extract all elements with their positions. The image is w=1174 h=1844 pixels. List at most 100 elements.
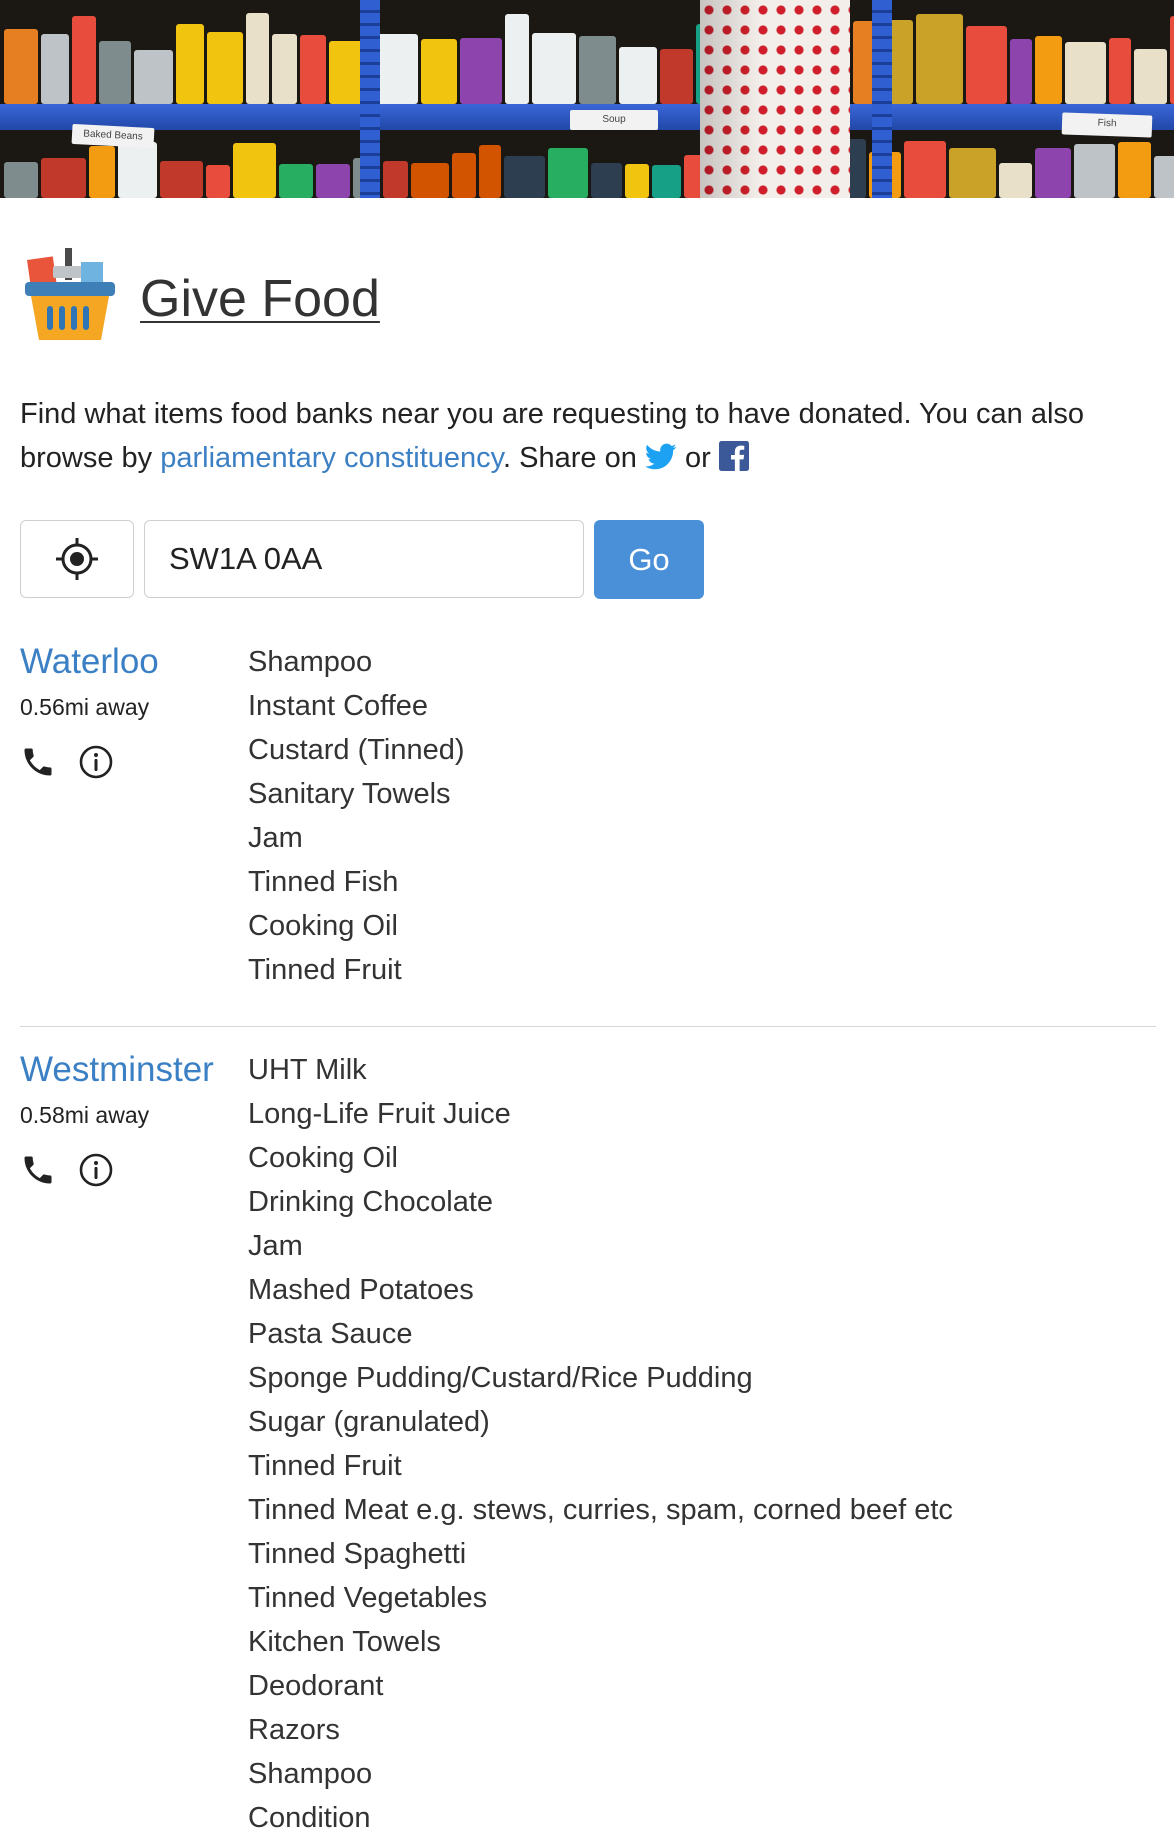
shelf-product — [41, 34, 69, 104]
intro-share-text: . Share on — [503, 442, 645, 474]
need-item: Condition — [248, 1802, 371, 1834]
need-item: Pasta Sauce — [248, 1318, 413, 1350]
foodbank-distance: 0.56mi away — [20, 694, 150, 720]
need-item: Drinking Chocolate — [248, 1186, 494, 1218]
constituency-link[interactable]: parliamentary constituency — [160, 442, 503, 474]
polka-dot-curtain — [700, 0, 850, 198]
shelf-tag: Fish — [1061, 112, 1153, 138]
shelf-product — [479, 145, 501, 198]
shelf-product — [619, 47, 657, 104]
shelf-product — [504, 156, 545, 198]
need-item: UHT Milk — [248, 1054, 367, 1086]
needs-list: UHT Milk Long-Life Fruit Juice Cooking Oil… — [248, 1048, 953, 1840]
postcode-input[interactable] — [144, 520, 584, 598]
need-item: Mashed Potatoes — [248, 1274, 474, 1306]
info-icon[interactable] — [78, 744, 114, 780]
info-icon[interactable] — [78, 1152, 114, 1188]
shelf-product — [89, 146, 115, 198]
shelf-product — [1154, 156, 1174, 198]
shelf-post — [360, 0, 380, 198]
shelf-product — [316, 164, 350, 198]
shelf-product — [660, 49, 693, 104]
shelf-product — [99, 41, 131, 104]
entry-divider — [20, 1026, 1156, 1027]
shelf-product — [246, 13, 269, 104]
shelf-product — [904, 141, 946, 198]
crosshair-locate-icon — [54, 536, 100, 582]
need-item: Sanitary Towels — [248, 778, 451, 810]
facebook-icon[interactable] — [718, 440, 749, 484]
shelf-product — [421, 39, 457, 104]
need-item: Tinned Fruit — [248, 1450, 402, 1482]
shelf-product — [72, 16, 96, 104]
shelf-product — [505, 14, 529, 104]
intro-or-text: or — [676, 442, 719, 474]
need-item: Tinned Vegetables — [248, 1582, 488, 1614]
shelf-product — [1065, 42, 1106, 104]
foodbank-name-link[interactable]: Waterloo — [20, 638, 159, 686]
shelf-product — [176, 24, 204, 104]
shelf-product — [966, 26, 1007, 104]
shelf-product — [460, 38, 502, 104]
shelf-post — [872, 0, 892, 198]
need-item: Tinned Fish — [248, 866, 399, 898]
need-item: Deodorant — [248, 1670, 384, 1702]
shelf-product — [1118, 142, 1151, 198]
shelf-product — [625, 164, 649, 198]
need-item: Shampoo — [248, 646, 373, 678]
needs-list: Shampoo Instant Coffee Custard (Tinned) San… — [248, 640, 465, 992]
foodbank-name-link[interactable]: Westminster — [20, 1046, 214, 1094]
foodbank-actions — [20, 742, 114, 782]
shelf-product — [548, 148, 588, 198]
need-item: Long-Life Fruit Juice — [248, 1098, 511, 1130]
phone-icon[interactable] — [20, 1152, 56, 1188]
go-button[interactable]: Go — [594, 520, 704, 599]
shelf-product — [1109, 38, 1131, 104]
need-item: Custard (Tinned) — [248, 734, 465, 766]
shelf-product — [532, 33, 576, 104]
need-item: Jam — [248, 822, 303, 854]
shelf-products-top — [0, 0, 1174, 104]
need-item: Cooking Oil — [248, 1142, 398, 1174]
need-item: Shampoo — [248, 1758, 373, 1790]
shelf-product — [272, 34, 297, 104]
need-item: Razors — [248, 1714, 340, 1746]
shopping-basket-icon[interactable] — [25, 248, 115, 344]
shelf-product — [1170, 16, 1174, 104]
shelf-product — [206, 165, 230, 198]
shelf-product — [579, 36, 616, 104]
foodbank-distance: 0.58mi away — [20, 1102, 150, 1128]
shelf-product — [1134, 49, 1167, 104]
need-item: Sugar (granulated) — [248, 1406, 490, 1438]
shelf-product — [1035, 36, 1062, 104]
need-item: Tinned Spaghetti — [248, 1538, 467, 1570]
shelf-product — [1074, 144, 1115, 198]
shelf-product — [160, 161, 203, 198]
need-item: Instant Coffee — [248, 690, 429, 722]
need-item: Jam — [248, 1230, 303, 1262]
shelf-product — [916, 14, 963, 104]
site-title-link[interactable]: Give Food — [140, 268, 380, 330]
need-item: Sponge Pudding/Custard/Rice Pudding — [248, 1362, 753, 1394]
shelf-product — [233, 143, 276, 198]
need-item: Cooking Oil — [248, 910, 398, 942]
shelf-products-bottom — [0, 132, 1174, 198]
shelf-tag: Soup — [570, 110, 658, 130]
shelf-product — [1035, 148, 1071, 198]
locate-me-button[interactable] — [20, 520, 134, 598]
need-item: Tinned Meat e.g. stews, curries, spam, c… — [248, 1494, 953, 1526]
shelf-product — [41, 158, 86, 198]
shelf-product — [207, 32, 243, 104]
twitter-icon[interactable] — [644, 440, 677, 484]
shelf-product — [4, 162, 38, 198]
shelf-product — [591, 163, 622, 198]
shelf-product — [4, 29, 38, 104]
shelf-product — [279, 164, 313, 198]
shelf-product — [1010, 39, 1032, 104]
need-item: Kitchen Towels — [248, 1626, 441, 1658]
phone-icon[interactable] — [20, 744, 56, 780]
shelf-product — [652, 165, 681, 198]
shelf-tag: Baked Beans — [71, 123, 155, 149]
intro-text: Find what items food banks near you are … — [20, 392, 1160, 484]
foodbank-actions — [20, 1150, 114, 1190]
